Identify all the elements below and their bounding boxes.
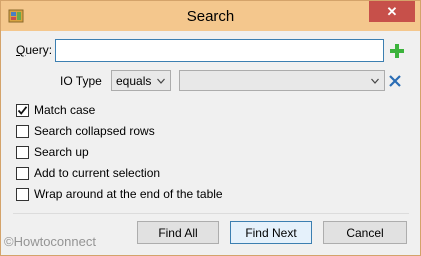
close-icon: ✕ bbox=[386, 4, 398, 19]
search-collapsed-rows-option[interactable]: Search collapsed rows bbox=[16, 123, 155, 139]
find-all-button[interactable]: Find All bbox=[137, 221, 219, 244]
search-up-label: Search up bbox=[34, 145, 89, 159]
remove-icon[interactable] bbox=[389, 75, 401, 87]
io-type-label: IO Type bbox=[60, 74, 102, 88]
add-to-selection-option[interactable]: Add to current selection bbox=[16, 165, 160, 181]
wrap-around-checkbox[interactable] bbox=[16, 187, 29, 201]
search-collapsed-rows-checkbox[interactable] bbox=[16, 124, 29, 138]
chevron-down-icon bbox=[371, 78, 379, 84]
operator-select[interactable]: equals bbox=[111, 70, 171, 91]
search-collapsed-rows-label: Search collapsed rows bbox=[34, 124, 155, 138]
close-button[interactable]: ✕ bbox=[369, 1, 415, 22]
query-input[interactable] bbox=[55, 39, 384, 62]
search-up-option[interactable]: Search up bbox=[16, 144, 89, 160]
find-next-button[interactable]: Find Next bbox=[230, 221, 312, 244]
query-label: Query: bbox=[16, 43, 53, 57]
add-icon[interactable] bbox=[390, 44, 404, 58]
search-up-checkbox[interactable] bbox=[16, 145, 29, 159]
chevron-down-icon bbox=[157, 78, 165, 84]
match-case-label: Match case bbox=[34, 103, 96, 117]
divider bbox=[13, 213, 409, 214]
cancel-button[interactable]: Cancel bbox=[323, 221, 407, 244]
wrap-around-label: Wrap around at the end of the table bbox=[34, 187, 223, 201]
match-case-option[interactable]: Match case bbox=[16, 102, 95, 118]
wrap-around-option[interactable]: Wrap around at the end of the table bbox=[16, 186, 223, 202]
watermark: ©Howtoconnect bbox=[4, 234, 96, 249]
add-to-selection-checkbox[interactable] bbox=[16, 166, 29, 180]
value-select[interactable] bbox=[179, 70, 385, 91]
window-title: Search bbox=[186, 8, 235, 25]
title-bar: Search ✕ bbox=[1, 1, 420, 31]
search-dialog: Search ✕ Query: IO Type equals Match cas… bbox=[0, 0, 421, 256]
add-to-selection-label: Add to current selection bbox=[34, 166, 161, 180]
operator-value: equals bbox=[116, 74, 152, 88]
checkmark-icon bbox=[17, 105, 28, 115]
match-case-checkbox[interactable] bbox=[16, 103, 29, 117]
